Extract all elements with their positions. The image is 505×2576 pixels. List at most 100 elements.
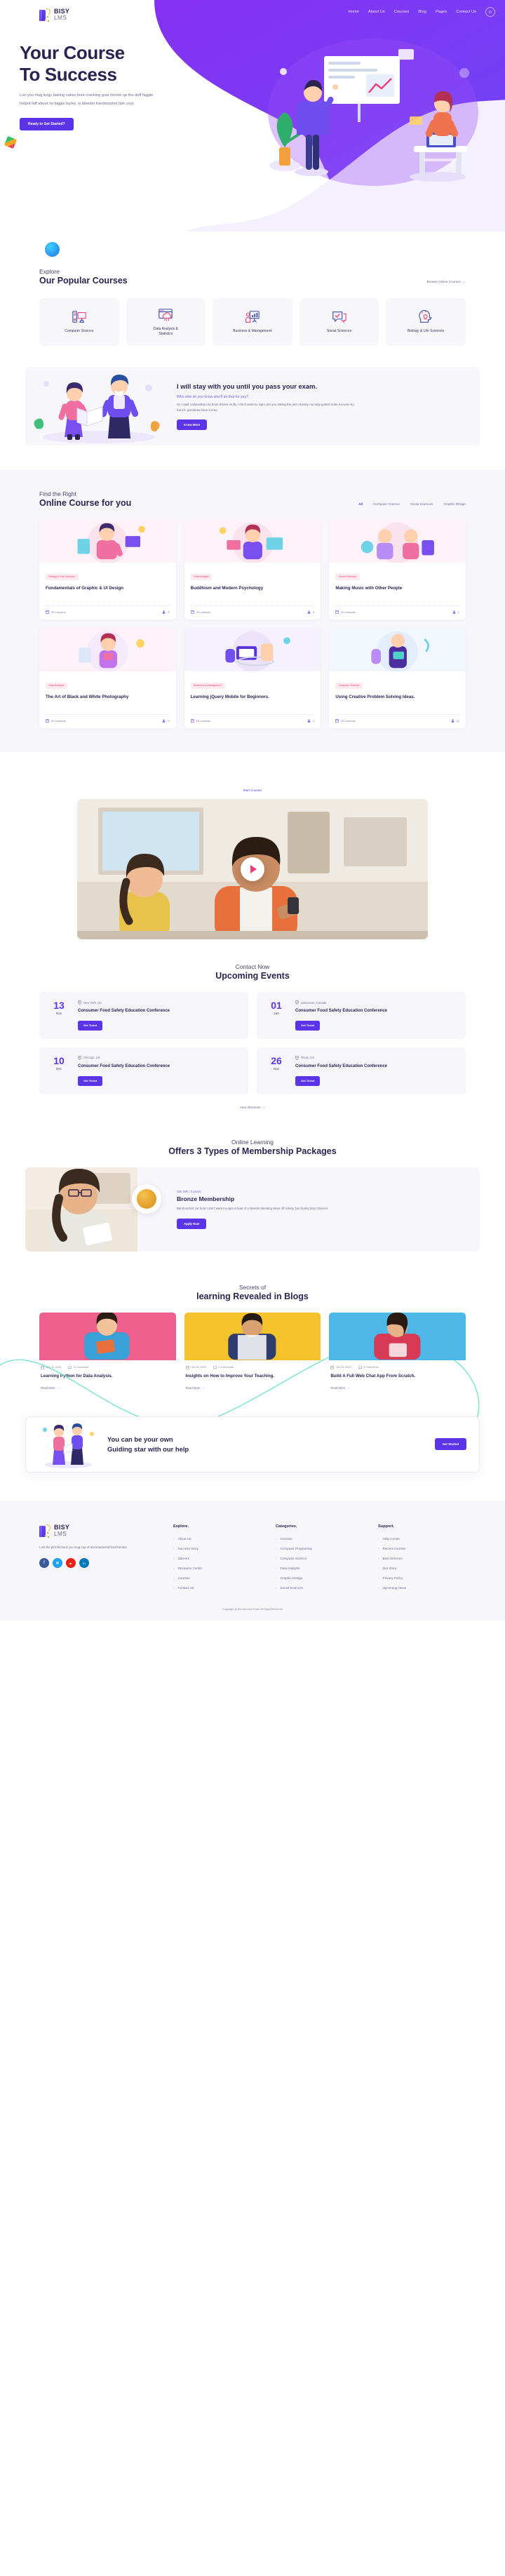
- play-button[interactable]: [241, 857, 264, 881]
- footer-link-privacy-policy[interactable]: › Privacy Policy: [378, 1576, 462, 1580]
- event-card[interactable]: 13 Nov New York, US Consumer Food Safety…: [39, 992, 248, 1039]
- chevron-right-icon: ›: [173, 1546, 175, 1550]
- footer-link-upcoming-news[interactable]: › Upcoming News: [378, 1586, 462, 1590]
- category-card-biology-life-sciences[interactable]: Biology & Life Sciences: [386, 298, 466, 346]
- twitter-icon[interactable]: ✻: [53, 1558, 62, 1569]
- nav-item-home[interactable]: Home: [349, 10, 359, 14]
- blog-card[interactable]: Oct 25, 2020 0 Comments Insights on How …: [184, 1312, 321, 1393]
- footer-link-courses[interactable]: › Courses: [173, 1576, 257, 1580]
- apply-now-button[interactable]: Apply Now: [177, 1218, 207, 1229]
- get-ticket-button[interactable]: Get Ticket: [295, 1020, 321, 1031]
- course-meta-row: 20 Lessons 9: [46, 605, 170, 619]
- course-illustration: [77, 522, 145, 563]
- category-label: Business & Management: [233, 329, 272, 334]
- event-location: New York, US: [78, 1000, 170, 1005]
- browse-online-courses-link[interactable]: Browse Online Courses →: [427, 280, 466, 286]
- course-body: Social Sciences Making Music with Other …: [329, 563, 466, 605]
- course-card[interactable]: Business & Management Learning jQuery Mo…: [184, 628, 321, 728]
- get-started-button[interactable]: Get Started: [434, 1438, 466, 1451]
- course-lessons: 20 Lessons: [46, 610, 65, 614]
- get-ticket-button[interactable]: Get Ticket: [295, 1075, 321, 1086]
- blog-title: Build A Full Web Chat App From Scratch.: [330, 1373, 416, 1378]
- course-card[interactable]: Biology & Life Sciences Fundamentals of …: [39, 519, 176, 619]
- membership-photo: [25, 1167, 137, 1252]
- blog-card[interactable]: Oct 25, 2020 0 Comments Build A Full Web…: [329, 1312, 466, 1393]
- footer-link-contact-us[interactable]: › Contact Us: [173, 1586, 257, 1590]
- filter-tab-social-sciences[interactable]: Social Sciences: [410, 502, 433, 506]
- category-card-business-management[interactable]: Business & Management: [213, 298, 292, 346]
- course-body: Computer Science Using Creative Problem …: [329, 671, 466, 714]
- hero-cta-button[interactable]: Ready to Get Started?: [20, 118, 74, 131]
- footer-link-help-center[interactable]: › Help Center: [378, 1537, 462, 1541]
- footer-link-about-us[interactable]: › About Us: [173, 1537, 257, 1541]
- footer-link-recent-courses[interactable]: › Recent Courses: [378, 1547, 462, 1550]
- blog-body: Oct 25, 2020 0 Comments Insights on How …: [184, 1360, 321, 1393]
- event-card[interactable]: 10 Dec Chicago, US Consumer Food Safety …: [39, 1047, 248, 1094]
- calendar-icon: [41, 1366, 44, 1369]
- nav-item-contact-us[interactable]: Contact Us: [456, 10, 476, 14]
- footer-link-best-services[interactable]: › Best Services: [378, 1557, 462, 1560]
- nav-item-courses[interactable]: Courses: [394, 10, 410, 14]
- event-date: 13 Nov: [48, 1000, 69, 1031]
- footer-logo[interactable]: BISY LMS: [39, 1523, 155, 1538]
- read-more-link[interactable]: Read More →: [186, 1386, 205, 1390]
- nav-item-pages[interactable]: Pages: [436, 10, 447, 14]
- cta-copy: You can be your own Guiding star with ou…: [97, 1435, 435, 1454]
- section-kicker: Find the Right: [39, 490, 76, 497]
- social-links[interactable]: f ✻ ▶ in: [39, 1558, 155, 1569]
- section-title: Upcoming Events: [215, 971, 290, 981]
- nav-item-about-us[interactable]: About Us: [368, 10, 385, 14]
- linkedin-icon[interactable]: in: [79, 1558, 89, 1569]
- footer-link-our-story[interactable]: › Our Story: [378, 1567, 462, 1570]
- chevron-right-icon: ›: [173, 1566, 175, 1570]
- youtube-icon[interactable]: ▶: [66, 1558, 76, 1569]
- footer-link-careers[interactable]: › Careers: [173, 1557, 257, 1560]
- event-card[interactable]: 01 Jan Vancouver, Canada Consumer Food S…: [257, 992, 466, 1039]
- footer-link-success-story[interactable]: › Success Story: [173, 1547, 257, 1550]
- course-card[interactable]: Social Sciences Making Music with Other …: [329, 519, 466, 619]
- course-card-grid: Biology & Life Sciences Fundamentals of …: [0, 508, 505, 728]
- course-lessons: 20 Lessons: [46, 719, 65, 723]
- facebook-icon[interactable]: f: [39, 1558, 49, 1569]
- filter-tab-all[interactable]: All: [358, 502, 363, 506]
- course-card[interactable]: Data Analysis The Art of Black and White…: [39, 628, 176, 728]
- location-pin-icon: [78, 1000, 81, 1005]
- event-title: Consumer Food Safety Education Conferenc…: [295, 1009, 388, 1013]
- read-more-link[interactable]: Read More →: [41, 1386, 60, 1390]
- course-title: Learning jQuery Mobile for Beginners.: [190, 695, 270, 699]
- student-icon: [452, 610, 456, 614]
- category-card-data-analysis-statistics[interactable]: Data Analysis & Statistics: [126, 298, 206, 346]
- event-date: 10 Dec: [48, 1056, 69, 1086]
- nav-item-blog[interactable]: Blog: [418, 10, 426, 14]
- top-navigation[interactable]: Home About Us Courses Blog Pages Contact…: [349, 7, 495, 17]
- section-title: Our Popular Courses: [39, 276, 128, 286]
- chevron-right-icon: ›: [173, 1556, 175, 1560]
- get-ticket-button[interactable]: Get Ticket: [78, 1075, 103, 1086]
- event-card[interactable]: 26 Nov Texas, US Consumer Food Safety Ed…: [257, 1047, 466, 1094]
- course-card[interactable]: Computer Science Using Creative Problem …: [329, 628, 466, 728]
- user-account-icon[interactable]: ☺: [485, 7, 495, 17]
- category-card-social-sciences[interactable]: Social Sciences: [299, 298, 379, 346]
- course-tag: Social Sciences: [335, 573, 360, 580]
- category-card-computer-science[interactable]: Computer Science: [39, 298, 119, 346]
- event-date: 01 Jan: [266, 1000, 287, 1031]
- footer-link-graphic-design[interactable]: › Graphic Design: [276, 1576, 360, 1580]
- filter-tab-graphic-design[interactable]: Graphic Design: [443, 502, 466, 506]
- course-students: 6: [307, 610, 314, 614]
- footer-link-computer-science[interactable]: › Computer Science: [276, 1557, 360, 1560]
- blog-card[interactable]: Oct 25, 2020 0 Comments Learning Python …: [39, 1312, 176, 1393]
- footer-link-data-analysis[interactable]: › Data Analysis: [276, 1567, 360, 1570]
- course-filter-tabs[interactable]: All Computer Science Social Sciences Gra…: [358, 502, 466, 508]
- promo-know-more-button[interactable]: Know More: [177, 420, 208, 431]
- video-thumbnail[interactable]: [77, 799, 428, 939]
- filter-tab-computer-science[interactable]: Computer Science: [373, 502, 400, 506]
- get-ticket-button[interactable]: Get Ticket: [78, 1020, 103, 1031]
- site-logo[interactable]: BISY LMS: [39, 7, 69, 22]
- footer-link-resource-center[interactable]: › Resource Center: [173, 1567, 257, 1570]
- footer-link-courses[interactable]: › Courses: [276, 1537, 360, 1541]
- course-card[interactable]: Data Analysis Buddhism and Modern Psycho…: [184, 519, 321, 619]
- footer-link-computer-programing[interactable]: › Computer Programing: [276, 1547, 360, 1550]
- footer-link-social-sciences[interactable]: › Social Sciences: [276, 1586, 360, 1590]
- upcoming-events-section: Contact Now Upcoming Events 13 Nov New Y…: [0, 939, 505, 1109]
- read-more-link[interactable]: Read More →: [330, 1386, 349, 1390]
